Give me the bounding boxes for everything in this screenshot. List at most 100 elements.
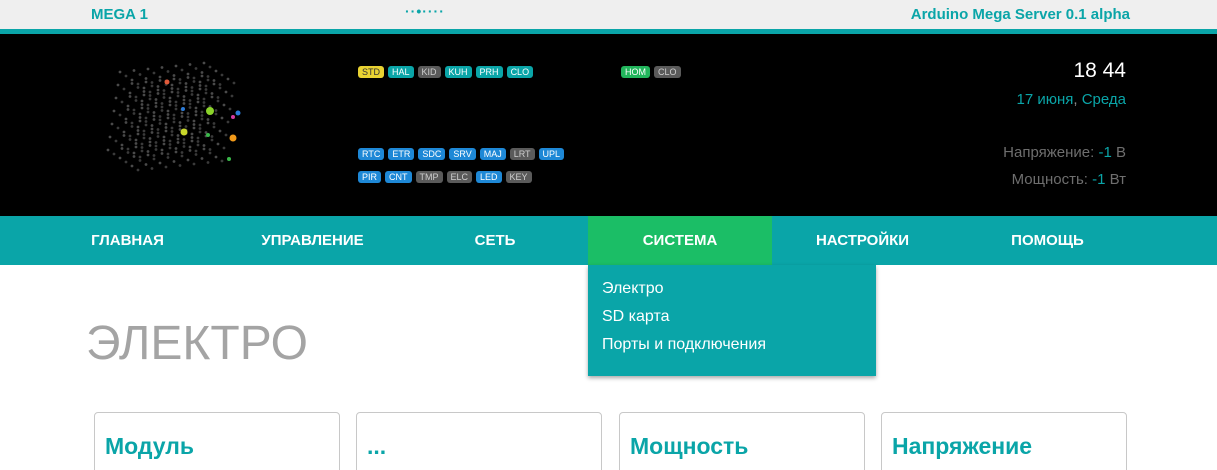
logo-dot (210, 92, 214, 95)
logo-dot (196, 97, 200, 100)
logo-dot (190, 139, 194, 143)
logo-dot (114, 96, 118, 100)
logo-dot (176, 137, 180, 141)
power-label: Мощность: (1011, 171, 1093, 188)
logo-dot (126, 147, 130, 151)
logo-dot (156, 135, 160, 138)
logo-dot (158, 75, 162, 79)
badge-upl[interactable]: UPL (538, 148, 565, 160)
logo-dot (130, 125, 134, 128)
voltage-readout: Напряжение: -1 В (1003, 144, 1126, 161)
menu-item-electro[interactable]: Электро (588, 278, 876, 306)
logo-dot (140, 103, 144, 106)
nav-system[interactable]: СИСТЕМА (588, 216, 772, 265)
logo-dot (174, 100, 178, 104)
logo-dot (210, 138, 214, 142)
nav-control[interactable]: УПРАВЛЕНИЕ (240, 216, 385, 265)
menu-item-sd-card[interactable]: SD карта (588, 306, 876, 334)
logo-dot (196, 136, 200, 140)
logo-dot (198, 123, 202, 127)
logo-dot (142, 90, 146, 93)
logo-dot (140, 146, 144, 149)
logo-dot (154, 98, 158, 101)
logo-dot (214, 155, 218, 159)
logo-highlight-dot (180, 128, 188, 136)
logo-dot (132, 108, 136, 112)
logo-dot (212, 122, 216, 125)
logo-dot (124, 117, 128, 121)
date-day: 17 июня (1016, 91, 1074, 108)
badge-key[interactable]: KEY (505, 171, 532, 183)
badge-kuh[interactable]: KUH (444, 66, 472, 78)
logo-dot (216, 142, 220, 146)
card-voltage: Напряжение (881, 412, 1127, 470)
logo-dot (132, 155, 136, 158)
logo-highlight-dot (231, 115, 235, 119)
card-module: Модуль (94, 412, 340, 470)
badge-tmp[interactable]: TMP (415, 171, 443, 183)
logo-dot (120, 147, 124, 150)
logo-dot (194, 149, 198, 153)
logo-dot (132, 69, 136, 72)
badge-std[interactable]: STD (358, 66, 384, 78)
logo-dot (142, 93, 146, 97)
logo-dot (136, 132, 140, 136)
logo-dot (194, 153, 198, 156)
logo-dot (158, 79, 162, 82)
badges-row-3: PIR CNT TMP ELC LED KEY (358, 171, 532, 183)
logo-dot (170, 90, 174, 94)
logo-dot (132, 112, 136, 115)
logo-highlight-dot (206, 133, 210, 137)
header-panel: STD HAL KID KUH PRH CLO HOM CLO RTC ETR … (0, 34, 1217, 216)
logo-dot (210, 135, 214, 138)
badge-lrt[interactable]: LRT (509, 148, 535, 160)
badge-cnt[interactable]: CNT (385, 171, 412, 183)
nav-settings[interactable]: НАСТРОЙКИ (795, 216, 930, 265)
logo-dot (180, 154, 184, 158)
logo-dot (150, 127, 154, 131)
badge-clo[interactable]: CLO (506, 66, 534, 78)
logo-dot (130, 78, 134, 82)
logo-dot (208, 148, 212, 151)
nav-home[interactable]: ГЛАВНАЯ (60, 216, 195, 265)
menu-item-ports[interactable]: Порты и подключения (588, 334, 876, 362)
nav-network[interactable]: СЕТЬ (440, 216, 550, 265)
logo-dot (200, 117, 204, 121)
logo-dot (228, 107, 232, 111)
logo-dot (136, 82, 140, 86)
badge-prh[interactable]: PRH (475, 66, 503, 78)
logo-dot (112, 152, 116, 156)
logo-dot (202, 61, 206, 65)
nav-help[interactable]: ПОМОЩЬ (985, 216, 1110, 265)
logo-dot (190, 93, 194, 96)
logo-dot (202, 101, 206, 104)
badge-elc[interactable]: ELC (446, 171, 473, 183)
logo-dot (134, 95, 138, 99)
badge-maj[interactable]: MAJ (479, 148, 506, 160)
badge-hal[interactable]: HAL (388, 66, 414, 78)
voltage-value: -1 (1098, 144, 1112, 161)
card-power: Мощность (619, 412, 865, 470)
badge-pir[interactable]: PIR (358, 171, 382, 183)
logo-dot (174, 147, 178, 150)
logo-dot (222, 103, 226, 107)
badges-row-1b: HOM CLO (621, 66, 681, 78)
logo-dot (162, 96, 166, 99)
badge-etr[interactable]: ETR (388, 148, 415, 160)
logo-dot (140, 142, 144, 146)
logo-dot (154, 105, 158, 108)
logo-dot (146, 67, 150, 71)
badge-rtc[interactable]: RTC (358, 148, 385, 160)
logo-dot (146, 153, 150, 157)
badge-hom[interactable]: HOM (621, 66, 650, 78)
badge-srv[interactable]: SRV (449, 148, 476, 160)
badge-sdc[interactable]: SDC (418, 148, 446, 160)
logo-dot (180, 115, 184, 118)
logo-dot (166, 156, 170, 159)
badge-led[interactable]: LED (476, 171, 502, 183)
badge-kid[interactable]: KID (417, 66, 441, 78)
logo-dot (206, 78, 210, 82)
main-nav: ГЛАВНАЯ УПРАВЛЕНИЕ СЕТЬ СИСТЕМА НАСТРОЙК… (0, 216, 1217, 265)
logo-dot (144, 163, 148, 166)
badge-clo-2[interactable]: CLO (654, 66, 681, 78)
